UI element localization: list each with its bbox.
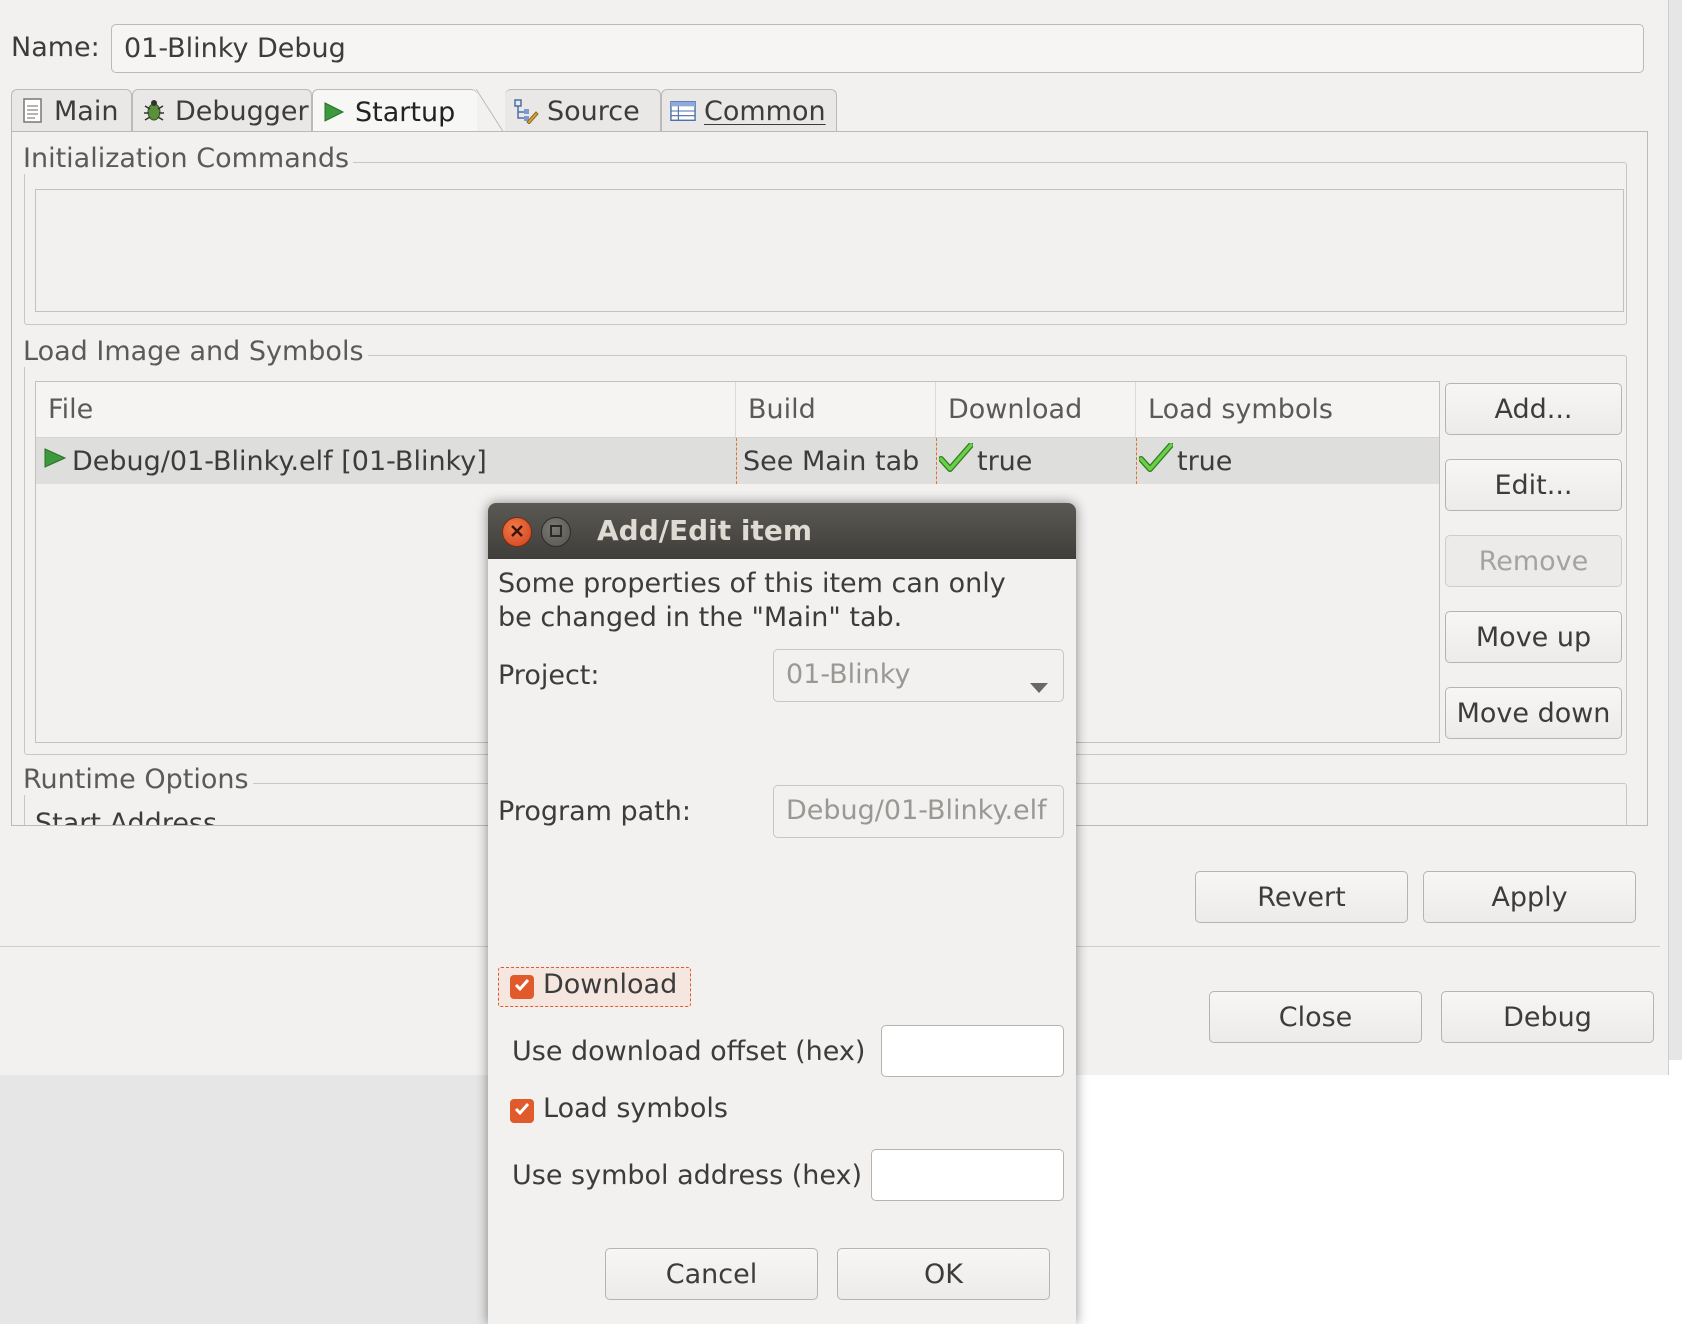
tab-main-label: Main [54, 95, 119, 127]
symbol-address-label: Use symbol address (hex) [512, 1160, 863, 1191]
tab-debugger-label: Debugger [175, 95, 309, 127]
project-dropdown[interactable]: 01-Blinky [773, 649, 1064, 702]
dialog-message-line2: be changed in the "Main" tab. [498, 602, 903, 633]
runtime-options-title: Runtime Options [23, 764, 253, 795]
download-offset-label: Use download offset (hex) [512, 1036, 866, 1067]
checkmark-icon [1138, 441, 1174, 480]
cell-load-symbols: true [1136, 438, 1436, 484]
revert-button[interactable]: Revert [1195, 871, 1408, 923]
program-path-label: Program path: [498, 796, 691, 827]
add-button[interactable]: Add... [1445, 383, 1622, 435]
tab-source-label: Source [547, 95, 640, 127]
start-address-label: Start Address [35, 808, 218, 826]
maximize-window-button[interactable] [541, 517, 571, 547]
document-icon [20, 98, 46, 124]
cell-load-symbols-text: true [1177, 445, 1233, 477]
dialog-titlebar[interactable]: Add/Edit item [488, 503, 1076, 559]
init-commands-textarea[interactable] [35, 189, 1624, 312]
maximize-icon [549, 523, 563, 542]
tab-bar: Main Debugger Startup Source Common [11, 89, 1651, 134]
cell-build: See Main tab [736, 438, 936, 484]
close-button[interactable]: Close [1209, 991, 1422, 1043]
download-offset-input[interactable] [881, 1025, 1064, 1077]
name-label: Name: [11, 32, 100, 63]
tab-common-label: Common [704, 95, 826, 127]
cell-download: true [936, 438, 1136, 484]
cell-file-text: Debug/01-Blinky.elf [01-Blinky] [72, 445, 487, 477]
background-area [1060, 1060, 1682, 1324]
load-symbols-checkbox-label[interactable]: Load symbols [543, 1093, 728, 1124]
cell-build-text: See Main tab [743, 445, 920, 477]
source-icon [513, 98, 539, 124]
project-value: 01-Blinky [786, 659, 911, 690]
project-label: Project: [498, 660, 600, 691]
play-icon [321, 99, 347, 125]
debug-button[interactable]: Debug [1441, 991, 1654, 1043]
cancel-button[interactable]: Cancel [605, 1248, 818, 1300]
move-up-button[interactable]: Move up [1445, 611, 1622, 663]
symbol-address-input[interactable] [871, 1149, 1064, 1201]
cell-file: Debug/01-Blinky.elf [01-Blinky] [42, 438, 732, 484]
close-icon [510, 523, 524, 542]
checkbox-check-icon [513, 1100, 531, 1122]
chevron-down-icon [1029, 670, 1049, 701]
checkmark-icon [938, 441, 974, 480]
table-row[interactable]: Debug/01-Blinky.elf [01-Blinky] See Main… [36, 438, 1439, 484]
download-checkbox[interactable] [510, 975, 534, 999]
load-image-title: Load Image and Symbols [23, 336, 368, 367]
move-down-button[interactable]: Move down [1445, 687, 1622, 739]
dialog-title: Add/Edit item [597, 514, 813, 547]
tab-startup-edge [476, 89, 505, 134]
column-header-build[interactable]: Build [736, 382, 936, 437]
cell-download-text: true [977, 445, 1033, 477]
tab-debugger[interactable]: Debugger [132, 89, 312, 132]
close-window-button[interactable] [502, 517, 532, 547]
program-path-field[interactable]: Debug/01-Blinky.elf [773, 785, 1064, 838]
tab-startup[interactable]: Startup [312, 89, 477, 134]
apply-button[interactable]: Apply [1423, 871, 1636, 923]
load-symbols-checkbox[interactable] [510, 1099, 534, 1123]
edit-button[interactable]: Edit... [1445, 459, 1622, 511]
play-icon [42, 446, 68, 477]
download-checkbox-label[interactable]: Download [543, 969, 677, 1000]
column-header-load-symbols[interactable]: Load symbols [1136, 382, 1439, 437]
tab-common[interactable]: Common [661, 89, 837, 132]
tab-main[interactable]: Main [11, 89, 132, 132]
ok-button[interactable]: OK [837, 1248, 1050, 1300]
name-field[interactable]: 01-Blinky Debug [111, 24, 1644, 73]
remove-button[interactable]: Remove [1445, 535, 1622, 587]
dialog-message-line1: Some properties of this item can only [498, 568, 1006, 599]
bug-icon [141, 98, 167, 124]
add-edit-item-dialog: Add/Edit item Some properties of this it… [488, 503, 1076, 1324]
column-header-download[interactable]: Download [936, 382, 1136, 437]
tab-startup-label: Startup [355, 96, 456, 128]
checkbox-check-icon [513, 976, 531, 998]
table-icon [670, 98, 696, 124]
tab-source[interactable]: Source [505, 89, 661, 132]
column-header-file[interactable]: File [36, 382, 736, 437]
init-commands-title: Initialization Commands [23, 143, 354, 174]
